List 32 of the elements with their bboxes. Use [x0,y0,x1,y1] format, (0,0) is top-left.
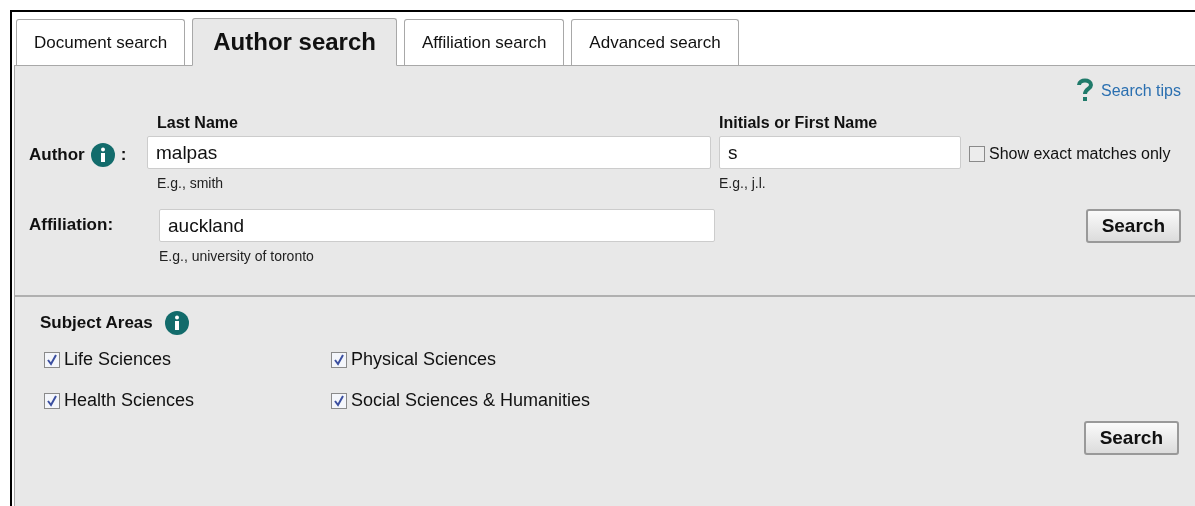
colon: : [120,145,127,165]
checkbox-label: Physical Sciences [351,349,497,370]
checkbox-label: Health Sciences [64,390,195,411]
affiliation-field[interactable]: auckland [159,209,715,242]
first-name-field[interactable]: s [719,136,961,169]
checkbox[interactable] [331,392,347,409]
author-label: Author [29,145,85,165]
tab[interactable]: Author search [192,18,397,66]
field-label: Initials or First Name [719,114,879,132]
tab[interactable]: Document search [16,19,186,65]
tab[interactable]: Affiliation search [403,19,565,65]
checkbox[interactable] [331,351,347,368]
field-label: Last Name [157,114,239,132]
search-tips-link[interactable]: Search tips [1100,82,1181,100]
tab[interactable]: Advanced search [571,19,739,65]
checkbox[interactable] [969,146,985,162]
info-icon[interactable] [164,311,189,335]
search-button[interactable]: Search [1083,421,1179,455]
field-hint: E.g., j.l. [719,175,767,191]
field-hint: E.g., smith [157,175,225,191]
checkbox[interactable] [44,351,60,368]
checkbox-label: Life Sciences [64,349,172,370]
info-icon[interactable] [90,143,115,167]
last-name-field[interactable]: malpas [147,136,711,169]
affiliation-label: Affiliation: [29,215,114,234]
checkbox-label: Show exact matches only [989,145,1171,163]
search-button[interactable]: Search [1085,209,1181,243]
field-hint: E.g., university of toronto [159,248,315,264]
help-icon[interactable] [1076,78,1093,104]
checkbox-label: Social Sciences & Humanities [351,390,591,411]
section-title: Subject Areas [40,313,153,333]
checkbox[interactable] [44,392,60,409]
